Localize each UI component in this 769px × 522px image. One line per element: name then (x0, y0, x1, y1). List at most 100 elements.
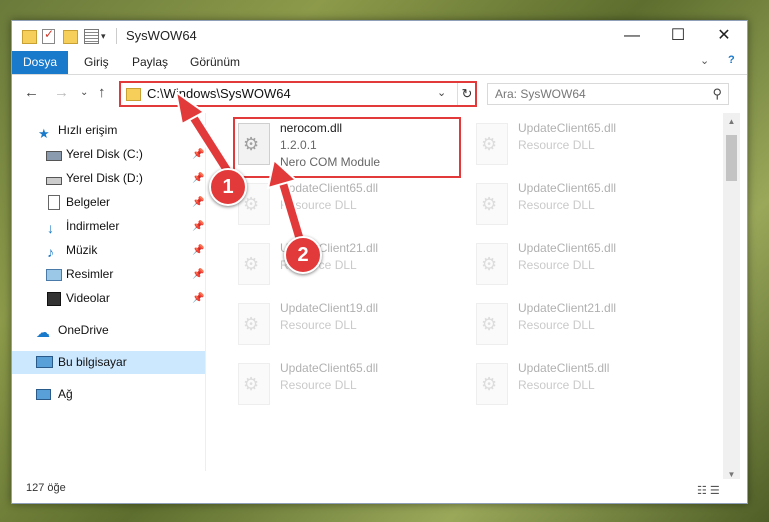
file-type: Resource DLL (280, 318, 357, 332)
file-item[interactable]: UpdateClient21.dll Resource DLL (234, 239, 474, 299)
explorer-window: ▾ SysWOW64 — ☐ ✕ Dosya Giriş Paylaş Görü… (11, 20, 748, 504)
pane-divider[interactable] (205, 113, 206, 471)
dll-file-icon (476, 183, 508, 225)
dll-file-icon (476, 123, 508, 165)
up-button[interactable]: ↑ (98, 84, 106, 101)
back-button[interactable]: ← (24, 84, 39, 101)
scroll-thumb[interactable] (726, 135, 737, 181)
download-icon: ↓ (47, 220, 54, 236)
sidebar-item-label: Belgeler (66, 195, 111, 209)
file-name: UpdateClient5.dll (518, 361, 610, 375)
window-title: SysWOW64 (126, 28, 197, 43)
sidebar-item-label: Hızlı erişim (58, 123, 118, 137)
vertical-scrollbar[interactable]: ▲ ▼ (723, 113, 740, 483)
navigation-pane: ★ Hızlı erişim Yerel Disk (C:) 📌 Yerel D… (12, 113, 205, 471)
dll-file-icon (238, 243, 270, 285)
sidebar-item-pictures[interactable]: Resimler 📌 (12, 263, 205, 286)
pin-icon[interactable]: 📌 (192, 191, 204, 214)
file-item[interactable]: UpdateClient5.dll Resource DLL (472, 359, 712, 419)
recent-locations-button[interactable]: ⌄ (80, 87, 88, 98)
scroll-up-icon[interactable]: ▲ (723, 113, 740, 130)
refresh-button[interactable]: ↻ (457, 83, 476, 105)
sidebar-item-disk-d[interactable]: Yerel Disk (D:) 📌 (12, 167, 205, 190)
file-item[interactable]: UpdateClient21.dll Resource DLL (472, 299, 712, 359)
sidebar-item-disk-c[interactable]: Yerel Disk (C:) 📌 (12, 143, 205, 166)
file-type: Resource DLL (518, 138, 595, 152)
dll-file-icon (476, 303, 508, 345)
file-item[interactable]: UpdateClient19.dll Resource DLL (234, 299, 474, 359)
sidebar-item-label: Müzik (66, 243, 98, 257)
sidebar-item-downloads[interactable]: ↓ İndirmeler 📌 (12, 215, 205, 238)
expand-ribbon-icon[interactable]: ⌄ (700, 54, 709, 67)
view-properties-icon[interactable] (84, 29, 99, 44)
forward-button[interactable]: → (54, 84, 69, 101)
search-input[interactable]: Ara: SysWOW64 ⚲ (487, 83, 729, 105)
file-item[interactable]: UpdateClient65.dll Resource DLL (234, 179, 474, 239)
file-name: UpdateClient65.dll (280, 361, 379, 375)
sidebar-item-videos[interactable]: Videolar 📌 (12, 287, 205, 310)
file-item[interactable]: UpdateClient65.dll Resource DLL (472, 179, 712, 239)
folder-icon (126, 88, 141, 101)
sidebar-item-label: İndirmeler (66, 219, 120, 233)
close-button[interactable]: ✕ (701, 21, 747, 51)
folder-icon[interactable] (22, 30, 37, 44)
drive-icon (46, 151, 62, 161)
title-separator (116, 28, 117, 44)
address-bar[interactable]: C:\Windows\SysWOW64 ⌄ ↻ (119, 81, 477, 107)
view-mode-icon[interactable]: ☷ ☰ (697, 484, 720, 497)
sidebar-item-network[interactable]: Ağ (12, 383, 205, 406)
pin-icon[interactable]: 📌 (192, 239, 204, 262)
address-path[interactable]: C:\Windows\SysWOW64 (147, 86, 291, 101)
address-dropdown-icon[interactable]: ⌄ (437, 86, 446, 99)
dll-file-icon (476, 363, 508, 405)
item-count: 127 öğe (26, 482, 66, 494)
search-icon[interactable]: ⚲ (712, 86, 722, 102)
file-name: UpdateClient65.dll (280, 181, 379, 195)
tab-home[interactable]: Giriş (84, 51, 109, 74)
sidebar-item-documents[interactable]: Belgeler 📌 (12, 191, 205, 214)
sidebar-item-this-pc[interactable]: Bu bilgisayar (12, 351, 205, 374)
file-item[interactable]: UpdateClient65.dll Resource DLL (472, 239, 712, 299)
pin-icon[interactable]: 📌 (192, 143, 204, 166)
file-type: Resource DLL (280, 378, 357, 392)
sidebar-item-label: Yerel Disk (D:) (66, 171, 143, 185)
step-marker-1: 1 (209, 168, 247, 206)
file-type: Resource DLL (518, 378, 595, 392)
properties-check-icon[interactable] (42, 27, 55, 44)
sidebar-item-label: Bu bilgisayar (58, 355, 127, 369)
music-icon: ♪ (47, 244, 54, 260)
file-highlight-box (233, 117, 461, 178)
sidebar-item-music[interactable]: ♪ Müzik 📌 (12, 239, 205, 262)
quick-access-toolbar-dropdown[interactable]: ▾ (101, 31, 106, 42)
help-icon[interactable]: ? (728, 54, 735, 66)
sidebar-item-label: OneDrive (58, 323, 109, 337)
computer-icon (36, 356, 53, 368)
tab-view[interactable]: Görünüm (190, 51, 240, 74)
dll-file-icon (238, 363, 270, 405)
pin-icon[interactable]: 📌 (192, 287, 204, 310)
pin-icon[interactable]: 📌 (192, 167, 204, 190)
dll-file-icon (476, 243, 508, 285)
tab-share[interactable]: Paylaş (132, 51, 168, 74)
video-icon (47, 292, 61, 306)
new-folder-icon[interactable] (63, 30, 78, 44)
minimize-button[interactable]: — (609, 21, 655, 51)
cloud-icon: ☁ (36, 324, 50, 340)
sidebar-item-label: Resimler (66, 267, 114, 281)
sidebar-item-label: Ağ (58, 387, 73, 401)
maximize-button[interactable]: ☐ (655, 21, 701, 51)
sidebar-item-onedrive[interactable]: ☁ OneDrive (12, 319, 205, 342)
file-name: UpdateClient65.dll (518, 241, 617, 255)
file-type: Resource DLL (518, 198, 595, 212)
tab-file[interactable]: Dosya (12, 51, 68, 74)
sidebar-item-label: Yerel Disk (C:) (66, 147, 143, 161)
step-marker-2: 2 (284, 236, 322, 274)
file-item[interactable]: UpdateClient65.dll Resource DLL (472, 119, 712, 179)
pin-icon[interactable]: 📌 (192, 215, 204, 238)
drive-icon (46, 177, 62, 185)
file-type: Resource DLL (280, 198, 357, 212)
sidebar-item-quick-access[interactable]: ★ Hızlı erişim (12, 119, 205, 142)
ribbon-tabs: Dosya Giriş Paylaş Görünüm ⌄ ? (12, 51, 747, 75)
file-item[interactable]: UpdateClient65.dll Resource DLL (234, 359, 474, 419)
pin-icon[interactable]: 📌 (192, 263, 204, 286)
